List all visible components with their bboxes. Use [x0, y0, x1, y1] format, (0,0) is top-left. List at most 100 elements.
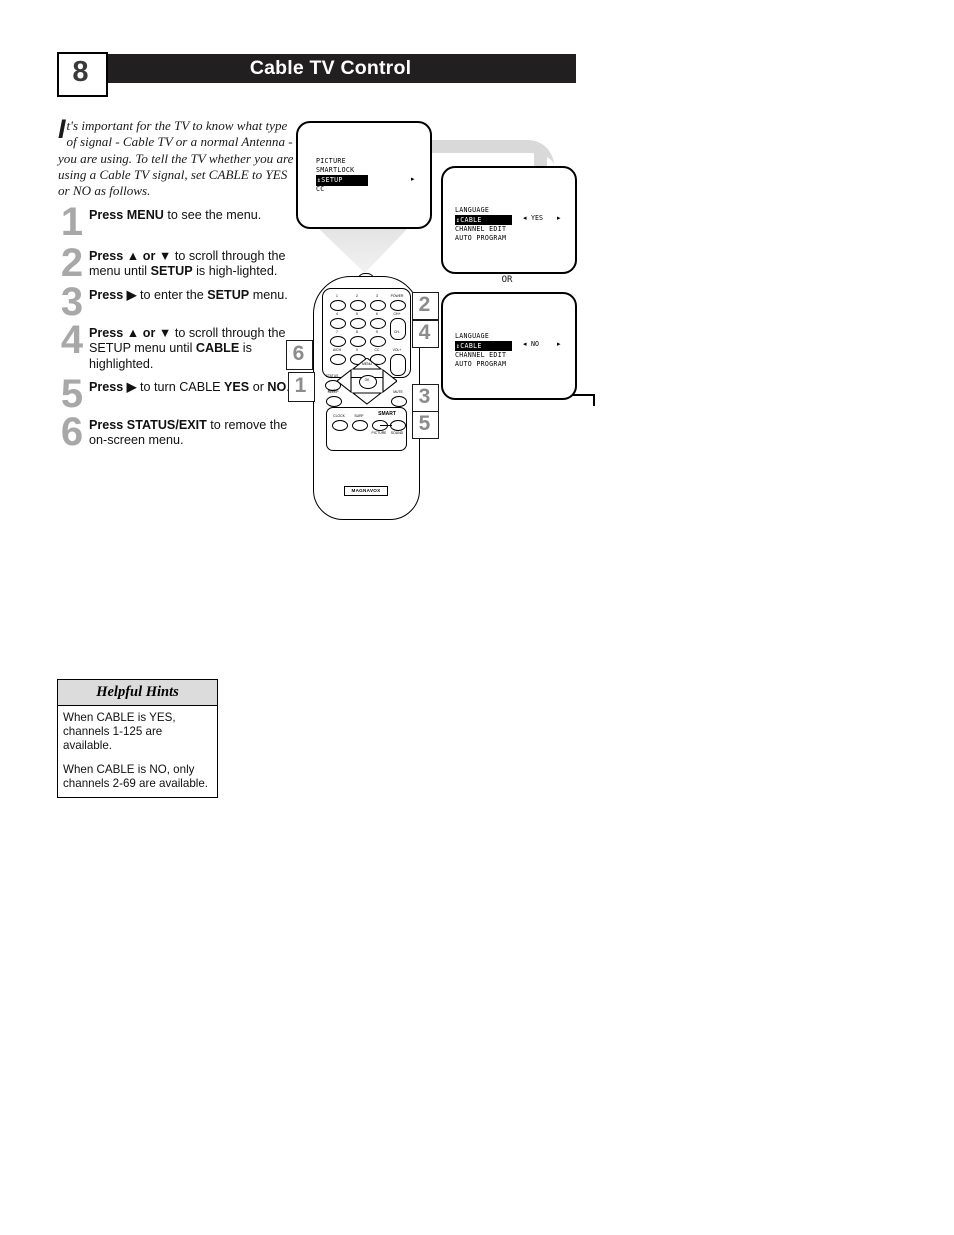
remote-key-4[interactable]: [330, 318, 346, 329]
clock-label: CLOCK: [333, 414, 345, 418]
remote-brand-logo: MAGNAVOX: [344, 486, 388, 496]
callout-number-3: 3: [418, 385, 431, 408]
menu-item-label: CABLE: [460, 341, 482, 350]
remote-key-5[interactable]: [350, 318, 366, 329]
screen3-connector-h: [573, 394, 595, 396]
remote-key-2[interactable]: [350, 300, 366, 311]
remote-key-power[interactable]: [390, 300, 406, 311]
remote-key-clock[interactable]: [332, 420, 348, 431]
remote-key-smart-sound[interactable]: [390, 420, 406, 431]
remote-control-illustration: 1 2 3 POWER 4 5 6 CH+ 7 8 9 CH- A/CH 0 C…: [313, 268, 420, 520]
smart-picture-label: PICTURE: [371, 431, 387, 435]
menu-item-channel-edit: CHANNEL EDIT: [455, 350, 507, 359]
remote-key-label: A/CH: [332, 348, 342, 352]
menu-item-cable: ↕CABLE: [455, 341, 512, 352]
remote-key-label: 2: [356, 294, 358, 298]
tv-menu-list: LANGUAGE ↕CABLE CHANNEL EDIT AUTO PROGRA…: [455, 206, 512, 243]
menu-item-cc: CC: [316, 184, 325, 193]
remote-key-label: 9: [376, 330, 378, 334]
manual-page: Cable TV Control 8 It's important for th…: [0, 0, 954, 1235]
step-number: 5: [60, 372, 84, 417]
remote-key-label: 5: [356, 312, 358, 316]
smart-sound-label: SOUND: [390, 431, 404, 435]
helpful-hints-box: Helpful Hints When CABLE is YES, channel…: [57, 679, 218, 798]
callout-number-6: 6: [292, 342, 305, 365]
step-item: 5 Press ▶ to turn CABLE YES or NO.: [58, 374, 298, 414]
smart-group-label: SMART: [378, 411, 396, 417]
callout-number-1: 1: [294, 374, 307, 397]
tv-menu-screen-setup-yes: LANGUAGE ↕CABLE CHANNEL EDIT AUTO PROGRA…: [441, 166, 577, 274]
cable-value: YES: [531, 214, 543, 222]
screen-to-remote-connector: [317, 227, 409, 273]
step-number: 2: [60, 241, 84, 285]
remote-key-6[interactable]: [370, 318, 386, 329]
ok-label: OK: [364, 378, 370, 382]
step-item: 2 Press ▲ or ▼ to scroll through the men…: [58, 243, 298, 283]
step-item: 1 Press MENU to see the menu.: [58, 202, 298, 242]
remote-key-label: 1: [336, 294, 338, 298]
step-number: 6: [60, 410, 84, 455]
helpful-hints-title: Helpful Hints: [58, 680, 217, 706]
step-item: 4 Press ▲ or ▼ to scroll through the SET…: [58, 320, 298, 372]
remote-key-7[interactable]: [330, 336, 346, 347]
remote-key-label: 3: [376, 294, 378, 298]
screen3-connector-v: [593, 394, 595, 406]
menu-item-smartlock: SMARTLOCK: [316, 166, 355, 175]
remote-key-surf[interactable]: [352, 420, 368, 431]
remote-key-9[interactable]: [370, 336, 386, 347]
remote-key-label: VOL+: [392, 348, 402, 352]
remote-key-3[interactable]: [370, 300, 386, 311]
menu-item-auto-program: AUTO PROGRAM: [455, 233, 507, 242]
remote-key-label: 6: [376, 312, 378, 316]
tv-menu-list: PICTURE SMARTLOCK ↕SETUP CC: [316, 157, 369, 194]
step-text: Press MENU to see the menu.: [89, 208, 262, 222]
step-number: 4: [60, 317, 84, 362]
remote-key-sleep[interactable]: [326, 396, 342, 407]
page-number: 8: [72, 56, 89, 88]
chevron-left-icon: ◂: [523, 215, 527, 222]
menu-label: MENU: [362, 362, 372, 366]
intro-text: t's important for the TV to know what ty…: [58, 118, 294, 199]
remote-key-label: 8: [356, 330, 358, 334]
chevron-right-icon: ▸: [557, 341, 561, 348]
remote-nav-cluster: OK MENU: [336, 357, 398, 406]
menu-item-auto-program: AUTO PROGRAM: [455, 359, 507, 368]
menu-item-picture: PICTURE: [316, 157, 346, 165]
tv-menu-screen-setup-no: LANGUAGE ↕CABLE CHANNEL EDIT AUTO PROGRA…: [441, 292, 577, 400]
chevron-right-icon: ▸: [557, 215, 561, 222]
remote-key-mute[interactable]: [391, 396, 407, 407]
remote-key-8[interactable]: [350, 336, 366, 347]
helpful-hints-body: When CABLE is YES, channels 1-125 are av…: [58, 706, 217, 797]
step-text: Press STATUS/EXIT to remove the on-scree…: [89, 418, 288, 448]
step-item: 3 Press ▶ to enter the SETUP menu.: [58, 282, 298, 322]
step-text: Press ▲ or ▼ to scroll through the SETUP…: [89, 325, 286, 371]
remote-key-label: CC: [374, 348, 380, 352]
or-label: OR: [501, 275, 513, 285]
remote-key-channel-up[interactable]: [390, 318, 406, 340]
intro-dropcap: I: [58, 114, 66, 144]
cable-value: NO: [531, 340, 539, 348]
steps-list: 1 Press MENU to see the menu. 2 Press ▲ …: [58, 202, 298, 457]
smart-link-line: [380, 425, 392, 426]
remote-key-1[interactable]: [330, 300, 346, 311]
chevron-right-icon: ▸: [411, 176, 415, 183]
step-text: Press ▶ to turn CABLE YES or NO.: [89, 380, 290, 395]
tv-menu-list: LANGUAGE ↕CABLE CHANNEL EDIT AUTO PROGRA…: [455, 332, 512, 369]
step-text: Press ▶ to enter the SETUP menu.: [89, 287, 288, 302]
callout-number-5: 5: [418, 412, 431, 435]
remote-key-label: 7: [336, 330, 338, 334]
menu-item-language: LANGUAGE: [455, 206, 490, 214]
chevron-left-icon: ◂: [523, 341, 527, 348]
surf-label: SURF: [354, 414, 364, 418]
remote-key-label: 4: [336, 312, 338, 316]
intro-paragraph: It's important for the TV to know what t…: [58, 114, 296, 199]
step-item: 6 Press STATUS/EXIT to remove the on-scr…: [58, 412, 298, 452]
remote-key-label: CH+: [393, 312, 401, 316]
callout-number-2: 2: [418, 293, 431, 316]
menu-item-channel-edit: CHANNEL EDIT: [455, 224, 507, 233]
step-number: 3: [60, 279, 84, 324]
hint-paragraph: When CABLE is NO, only channels 2-69 are…: [63, 763, 209, 790]
remote-key-label: POWER: [390, 294, 404, 298]
sleep-label: SLEEP: [327, 390, 339, 394]
menu-item-language: LANGUAGE: [455, 332, 490, 340]
